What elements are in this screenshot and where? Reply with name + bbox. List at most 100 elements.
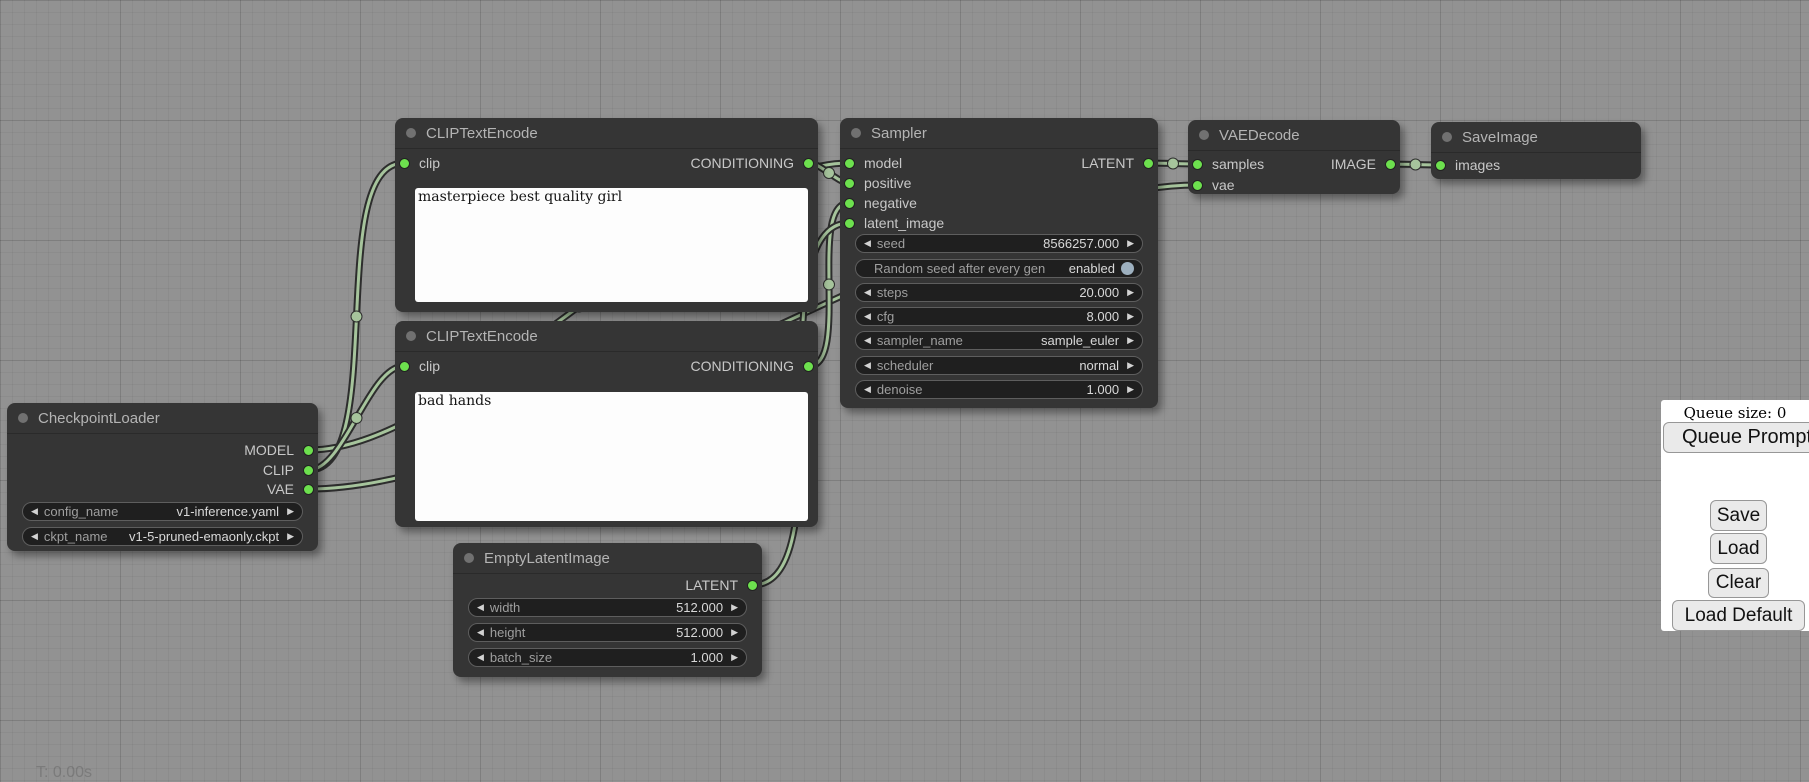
widget-batch_size[interactable]: ◀batch_size1.000▶ [468,648,747,667]
increment-arrow-icon[interactable]: ▶ [1127,336,1134,345]
node-collapse-dot-icon[interactable] [18,413,28,423]
increment-arrow-icon[interactable]: ▶ [731,628,738,637]
widget-cfg[interactable]: ◀cfg8.000▶ [855,307,1143,326]
node-clip-text-encode-positive[interactable]: CLIPTextEncode clip CONDITIONING masterpiec… [395,118,818,312]
link-midpoint-dot[interactable] [1168,158,1179,169]
output-slot-dot-icon[interactable] [303,445,314,456]
decrement-arrow-icon[interactable]: ◀ [477,653,484,662]
node-title-bar[interactable]: VAEDecode [1188,120,1400,151]
increment-arrow-icon[interactable]: ▶ [1127,385,1134,394]
link-midpoint-dot[interactable] [1410,159,1421,170]
input-slot-positive[interactable]: positive [844,173,911,193]
node-collapse-dot-icon[interactable] [464,553,474,563]
increment-arrow-icon[interactable]: ▶ [1127,312,1134,321]
toggle-enabled-icon[interactable] [1121,262,1134,275]
node-collapse-dot-icon[interactable] [1442,132,1452,142]
output-slot-image[interactable]: IMAGE [1331,154,1396,174]
decrement-arrow-icon[interactable]: ◀ [477,628,484,637]
output-slot-clip[interactable]: CLIP [263,460,314,480]
node-collapse-dot-icon[interactable] [406,331,416,341]
queue-prompt-button[interactable]: Queue Prompt [1663,422,1809,453]
node-title-bar[interactable]: CLIPTextEncode [395,321,818,352]
output-slot-conditioning[interactable]: CONDITIONING [691,153,814,173]
load-default-button[interactable]: Load Default [1672,600,1805,631]
decrement-arrow-icon[interactable]: ◀ [864,385,871,394]
node-sampler[interactable]: Samplermodelpositivenegativelatent_image… [840,118,1158,408]
increment-arrow-icon[interactable]: ▶ [1127,361,1134,370]
decrement-arrow-icon[interactable]: ◀ [31,532,38,541]
increment-arrow-icon[interactable]: ▶ [731,653,738,662]
clear-button[interactable]: Clear [1708,568,1769,598]
save-button[interactable]: Save [1710,500,1767,531]
output-slot-latent[interactable]: LATENT [685,575,758,595]
input-slot-clip[interactable]: clip [399,153,440,173]
input-slot-images[interactable]: images [1435,155,1500,175]
graph-canvas[interactable]: { "canvas": { "bg_color": "#929292", "wi… [0,0,1809,782]
input-slot-dot-icon[interactable] [399,158,410,169]
node-collapse-dot-icon[interactable] [1199,130,1209,140]
node-collapse-dot-icon[interactable] [851,128,861,138]
input-slot-dot-icon[interactable] [399,361,410,372]
output-slot-model[interactable]: MODEL [244,440,314,460]
node-vae-decode[interactable]: VAEDecode samplesvae IMAGE [1188,120,1400,194]
input-slot-dot-icon[interactable] [844,178,855,189]
decrement-arrow-icon[interactable]: ◀ [864,288,871,297]
output-slot-vae[interactable]: VAE [267,479,314,499]
increment-arrow-icon[interactable]: ▶ [731,603,738,612]
output-slot-dot-icon[interactable] [803,361,814,372]
decrement-arrow-icon[interactable]: ◀ [477,603,484,612]
node-title-bar[interactable]: SaveImage [1431,122,1641,153]
increment-arrow-icon[interactable]: ▶ [1127,239,1134,248]
output-slot-dot-icon[interactable] [1143,158,1154,169]
link-midpoint-dot[interactable] [824,168,835,179]
node-collapse-dot-icon[interactable] [406,128,416,138]
increment-arrow-icon[interactable]: ▶ [1127,288,1134,297]
node-save-image[interactable]: SaveImageimages [1431,122,1641,179]
output-slot-dot-icon[interactable] [803,158,814,169]
widget-sampler_name[interactable]: ◀sampler_namesample_euler▶ [855,331,1143,350]
widget-height[interactable]: ◀height512.000▶ [468,623,747,642]
input-slot-dot-icon[interactable] [1192,180,1203,191]
link-midpoint-dot[interactable] [351,413,362,424]
widget-ckpt_name[interactable]: ◀ckpt_namev1-5-pruned-emaonly.ckpt▶ [22,527,303,546]
input-slot-samples[interactable]: samples [1192,154,1264,174]
widget-seed[interactable]: ◀seed8566257.000▶ [855,234,1143,253]
prompt-textarea[interactable]: bad hands [415,392,808,521]
prompt-textarea[interactable]: masterpiece best quality girl [415,188,808,302]
decrement-arrow-icon[interactable]: ◀ [864,312,871,321]
increment-arrow-icon[interactable]: ▶ [287,532,294,541]
input-slot-clip[interactable]: clip [399,356,440,376]
widget-scheduler[interactable]: ◀schedulernormal▶ [855,356,1143,375]
node-clip-text-encode-negative[interactable]: CLIPTextEncode clip CONDITIONING bad hands [395,321,818,527]
widget-config_name[interactable]: ◀config_namev1-inference.yaml▶ [22,502,303,521]
input-slot-dot-icon[interactable] [1192,159,1203,170]
input-slot-dot-icon[interactable] [844,198,855,209]
node-title-bar[interactable]: EmptyLatentImage [453,543,762,574]
load-button[interactable]: Load [1710,533,1767,564]
input-slot-vae[interactable]: vae [1192,175,1235,195]
input-slot-model[interactable]: model [844,153,902,173]
widget-width[interactable]: ◀width512.000▶ [468,598,747,617]
output-slot-latent[interactable]: LATENT [1081,153,1154,173]
input-slot-latent_image[interactable]: latent_image [844,213,944,233]
node-title-bar[interactable]: CheckpointLoader [7,403,318,434]
increment-arrow-icon[interactable]: ▶ [287,507,294,516]
output-slot-dot-icon[interactable] [303,465,314,476]
widget-random-seed-after-every-gen[interactable]: Random seed after every genenabled [855,259,1143,278]
input-slot-dot-icon[interactable] [844,158,855,169]
output-slot-dot-icon[interactable] [303,484,314,495]
output-slot-conditioning[interactable]: CONDITIONING [691,356,814,376]
output-slot-dot-icon[interactable] [1385,159,1396,170]
decrement-arrow-icon[interactable]: ◀ [864,361,871,370]
decrement-arrow-icon[interactable]: ◀ [864,239,871,248]
link-midpoint-dot[interactable] [351,311,362,322]
node-checkpoint-loader[interactable]: CheckpointLoader MODELCLIPVAE ◀config_name… [7,403,318,551]
output-slot-dot-icon[interactable] [747,580,758,591]
node-title-bar[interactable]: CLIPTextEncode [395,118,818,149]
input-slot-dot-icon[interactable] [1435,160,1446,171]
node-empty-latent-image[interactable]: EmptyLatentImageLATENT ◀width512.000▶ ◀hei… [453,543,762,677]
input-slot-dot-icon[interactable] [844,218,855,229]
widget-steps[interactable]: ◀steps20.000▶ [855,283,1143,302]
decrement-arrow-icon[interactable]: ◀ [31,507,38,516]
input-slot-negative[interactable]: negative [844,193,917,213]
